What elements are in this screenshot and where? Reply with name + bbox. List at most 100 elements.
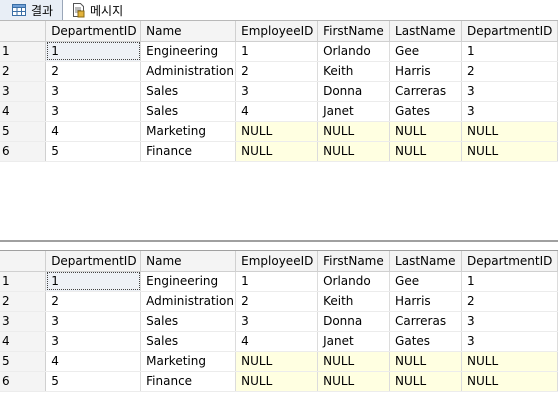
table-cell[interactable]: NULL bbox=[461, 351, 558, 372]
column-header-lastname[interactable]: LastName bbox=[389, 251, 462, 272]
table-cell[interactable]: NULL bbox=[389, 351, 462, 372]
table-cell[interactable]: NULL bbox=[317, 371, 391, 392]
table-cell[interactable]: 5 bbox=[45, 141, 142, 162]
table-cell[interactable]: Gates bbox=[389, 101, 462, 122]
table-row[interactable]: 5 4 Marketing NULL NULL NULL NULL bbox=[0, 351, 558, 372]
results-grid-2[interactable]: DepartmentID Name EmployeeID FirstName L… bbox=[0, 250, 558, 414]
table-row[interactable]: 4 3 Sales 4 Janet Gates 3 bbox=[0, 331, 558, 352]
row-number[interactable]: 2 bbox=[0, 291, 47, 312]
table-row[interactable]: 3 3 Sales 3 Donna Carreras 3 bbox=[0, 81, 558, 102]
table-cell[interactable]: 4 bbox=[235, 101, 319, 122]
column-header-departmentid-2[interactable]: DepartmentID bbox=[461, 21, 558, 42]
table-cell[interactable]: NULL bbox=[235, 351, 319, 372]
results-grid-1[interactable]: DepartmentID Name EmployeeID FirstName L… bbox=[0, 21, 558, 242]
table-cell[interactable]: 1 bbox=[45, 41, 142, 62]
table-cell[interactable]: NULL bbox=[235, 371, 319, 392]
table-cell[interactable]: 5 bbox=[45, 371, 142, 392]
table-cell[interactable]: Administration bbox=[140, 61, 237, 82]
row-number[interactable]: 2 bbox=[0, 61, 47, 82]
table-cell[interactable]: NULL bbox=[389, 371, 462, 392]
table-cell[interactable]: 2 bbox=[45, 61, 142, 82]
column-header-name[interactable]: Name bbox=[140, 21, 237, 42]
table-cell[interactable]: Carreras bbox=[389, 311, 462, 332]
table-cell[interactable]: NULL bbox=[235, 141, 319, 162]
table-cell[interactable]: Finance bbox=[140, 371, 237, 392]
table-row[interactable]: 3 3 Sales 3 Donna Carreras 3 bbox=[0, 311, 558, 332]
table-row[interactable]: 2 2 Administration 2 Keith Harris 2 bbox=[0, 291, 558, 312]
row-number[interactable]: 5 bbox=[0, 121, 47, 142]
table-cell[interactable]: Marketing bbox=[140, 121, 237, 142]
row-number[interactable]: 4 bbox=[0, 101, 47, 122]
row-number[interactable]: 3 bbox=[0, 311, 47, 332]
column-header-firstname[interactable]: FirstName bbox=[317, 251, 391, 272]
table-cell[interactable]: Janet bbox=[317, 101, 391, 122]
table-row[interactable]: 1 1 Engineering 1 Orlando Gee 1 bbox=[0, 271, 558, 292]
table-cell[interactable]: Harris bbox=[389, 61, 462, 82]
tab-messages[interactable]: 메시지 bbox=[66, 0, 136, 20]
table-cell[interactable]: 3 bbox=[461, 81, 558, 102]
table-cell[interactable]: NULL bbox=[317, 351, 391, 372]
column-header-lastname[interactable]: LastName bbox=[389, 21, 462, 42]
table-cell[interactable]: Keith bbox=[317, 61, 391, 82]
row-number[interactable]: 6 bbox=[0, 371, 47, 392]
table-cell[interactable]: Sales bbox=[140, 101, 237, 122]
table-cell[interactable]: 2 bbox=[461, 291, 558, 312]
column-header-employeeid[interactable]: EmployeeID bbox=[235, 251, 319, 272]
table-cell[interactable]: 2 bbox=[235, 291, 319, 312]
table-cell[interactable]: 4 bbox=[235, 331, 319, 352]
column-header-departmentid[interactable]: DepartmentID bbox=[45, 21, 142, 42]
table-cell[interactable]: Carreras bbox=[389, 81, 462, 102]
table-cell[interactable]: NULL bbox=[235, 121, 319, 142]
row-number[interactable]: 6 bbox=[0, 141, 47, 162]
table-cell[interactable]: Sales bbox=[140, 81, 237, 102]
table-cell[interactable]: 3 bbox=[45, 101, 142, 122]
table-cell[interactable]: 3 bbox=[45, 81, 142, 102]
table-cell[interactable]: Marketing bbox=[140, 351, 237, 372]
table-row[interactable]: 5 4 Marketing NULL NULL NULL NULL bbox=[0, 121, 558, 142]
row-number[interactable]: 4 bbox=[0, 331, 47, 352]
table-cell[interactable]: 1 bbox=[461, 271, 558, 292]
table-cell[interactable]: 3 bbox=[461, 311, 558, 332]
table-cell[interactable]: Engineering bbox=[140, 271, 237, 292]
row-number[interactable]: 3 bbox=[0, 81, 47, 102]
column-header-employeeid[interactable]: EmployeeID bbox=[235, 21, 319, 42]
table-cell[interactable]: Gee bbox=[389, 271, 462, 292]
table-cell[interactable]: Orlando bbox=[317, 271, 391, 292]
table-cell[interactable]: 1 bbox=[45, 271, 142, 292]
table-cell[interactable]: 3 bbox=[45, 311, 142, 332]
table-cell[interactable]: NULL bbox=[389, 121, 462, 142]
table-cell[interactable]: Sales bbox=[140, 311, 237, 332]
table-cell[interactable]: 1 bbox=[235, 271, 319, 292]
table-cell[interactable]: 3 bbox=[461, 101, 558, 122]
row-number[interactable]: 1 bbox=[0, 41, 47, 62]
table-row[interactable]: 6 5 Finance NULL NULL NULL NULL bbox=[0, 371, 558, 392]
table-cell[interactable]: 1 bbox=[235, 41, 319, 62]
table-cell[interactable]: Administration bbox=[140, 291, 237, 312]
table-cell[interactable]: 3 bbox=[235, 311, 319, 332]
table-cell[interactable]: Harris bbox=[389, 291, 462, 312]
table-cell[interactable]: 3 bbox=[45, 331, 142, 352]
table-cell[interactable]: 4 bbox=[45, 121, 142, 142]
tab-results[interactable]: 결과 bbox=[0, 0, 63, 20]
table-cell[interactable]: Gates bbox=[389, 331, 462, 352]
table-cell[interactable]: NULL bbox=[461, 121, 558, 142]
column-header-departmentid-2[interactable]: DepartmentID bbox=[461, 251, 558, 272]
table-cell[interactable]: Donna bbox=[317, 81, 391, 102]
table-cell[interactable]: 4 bbox=[45, 351, 142, 372]
table-cell[interactable]: Finance bbox=[140, 141, 237, 162]
table-cell[interactable]: Janet bbox=[317, 331, 391, 352]
table-row[interactable]: 4 3 Sales 4 Janet Gates 3 bbox=[0, 101, 558, 122]
table-cell[interactable]: Sales bbox=[140, 331, 237, 352]
row-header-corner[interactable] bbox=[0, 21, 47, 42]
row-number[interactable]: 1 bbox=[0, 271, 47, 292]
column-header-firstname[interactable]: FirstName bbox=[317, 21, 391, 42]
table-cell[interactable]: 2 bbox=[461, 61, 558, 82]
table-cell[interactable]: Engineering bbox=[140, 41, 237, 62]
table-cell[interactable]: Gee bbox=[389, 41, 462, 62]
table-cell[interactable]: Keith bbox=[317, 291, 391, 312]
table-cell[interactable]: 2 bbox=[45, 291, 142, 312]
table-cell[interactable]: 3 bbox=[235, 81, 319, 102]
table-row[interactable]: 1 1 Engineering 1 Orlando Gee 1 bbox=[0, 41, 558, 62]
table-cell[interactable]: Donna bbox=[317, 311, 391, 332]
row-header-corner[interactable] bbox=[0, 251, 47, 272]
